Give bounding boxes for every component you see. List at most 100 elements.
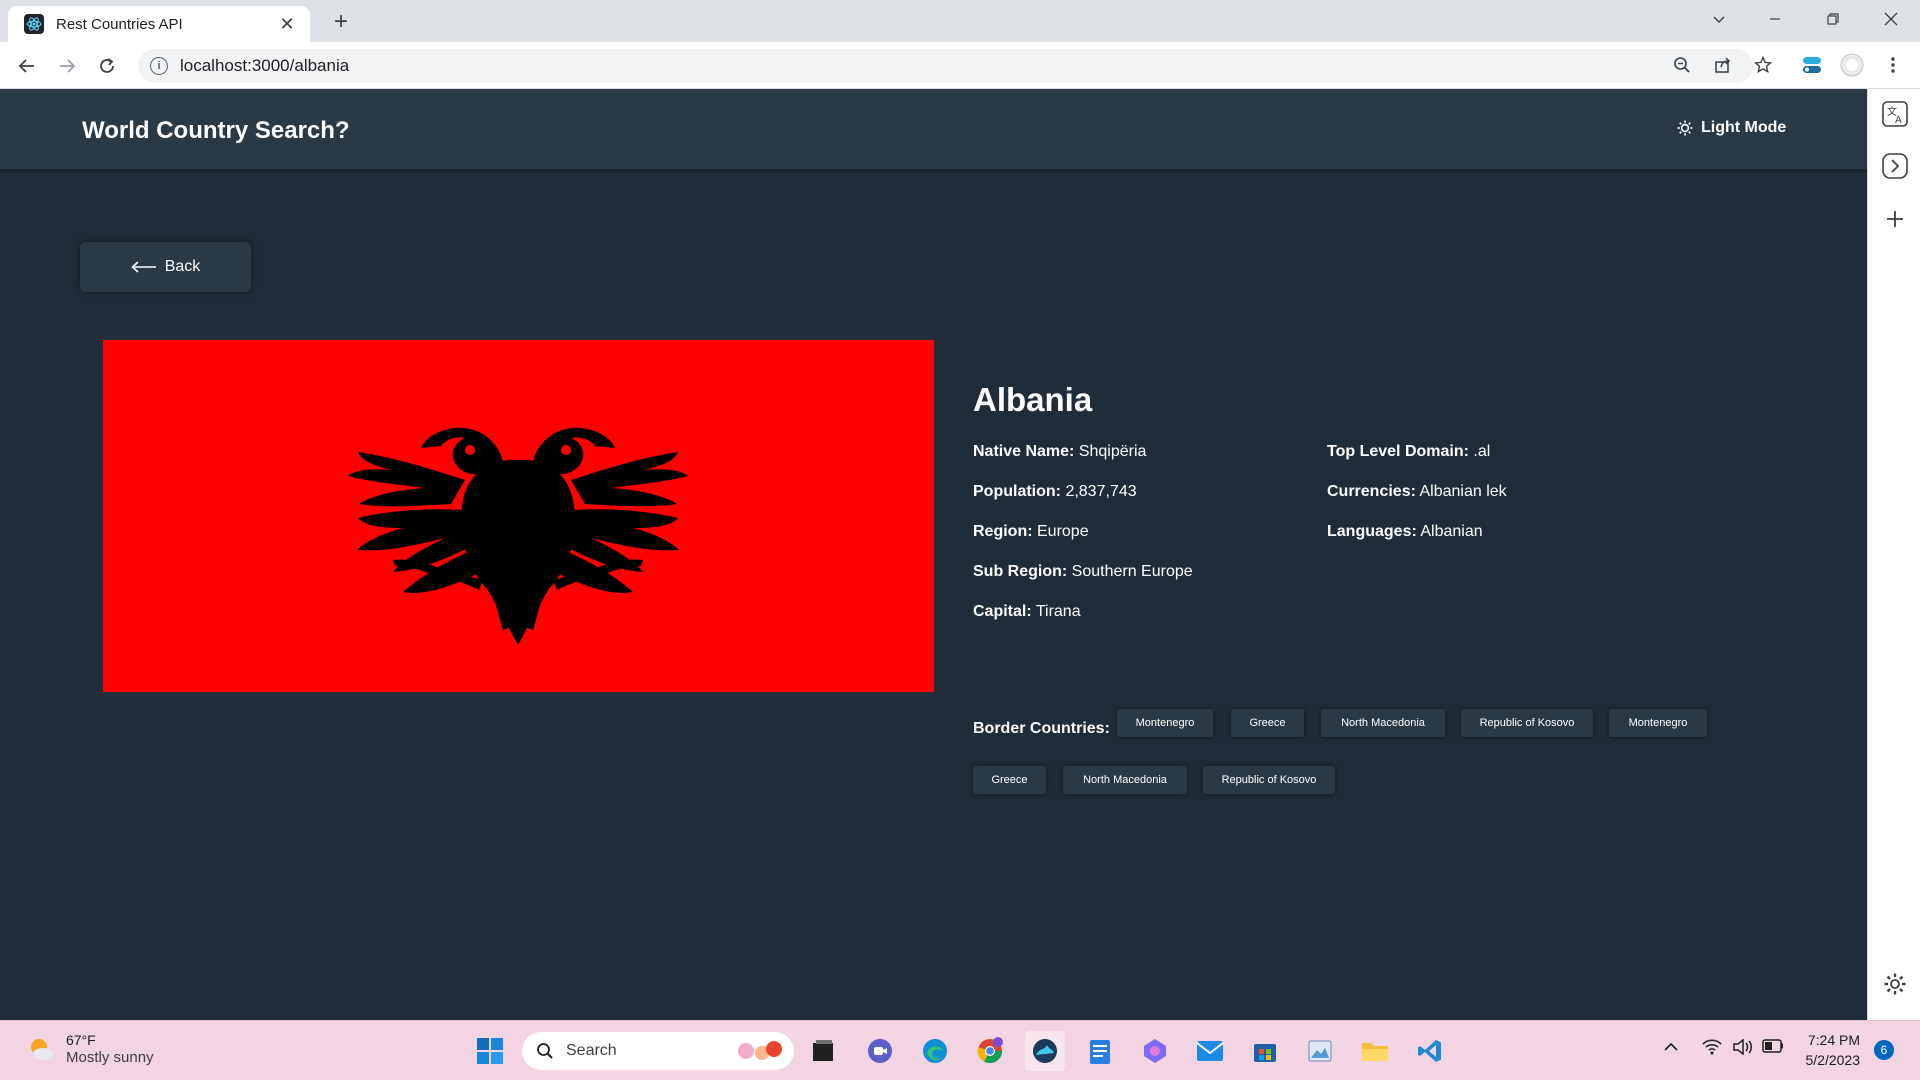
copilot-icon[interactable]: [1135, 1031, 1175, 1071]
store-icon[interactable]: [1245, 1031, 1285, 1071]
browser-tabstrip: Rest Countries API ✕ +: [0, 0, 1920, 42]
forward-arrow-icon[interactable]: [51, 50, 83, 82]
field-value: Tirana: [1035, 603, 1081, 620]
search-label: Search: [566, 1042, 617, 1059]
back-button-label: Back: [164, 258, 201, 275]
top-level-domain-row: Top Level Domain: .al: [1327, 442, 1507, 482]
region-row: Region: Europe: [973, 522, 1193, 562]
details-right-column: Top Level Domain: .al Currencies: Albani…: [1327, 442, 1507, 562]
settings-gear-icon[interactable]: [1880, 969, 1910, 999]
mail-icon[interactable]: [1190, 1031, 1230, 1071]
meet-icon[interactable]: [860, 1031, 900, 1071]
reload-icon[interactable]: [91, 50, 123, 82]
taskbar-search[interactable]: Search: [522, 1032, 794, 1070]
field-label: Currencies:: [1327, 483, 1416, 500]
field-value: .al: [1473, 443, 1491, 460]
field-value: Albanian lek: [1419, 483, 1507, 500]
chrome-icon[interactable]: [970, 1031, 1010, 1071]
sub-region-row: Sub Region: Southern Europe: [973, 562, 1193, 602]
vscode-icon[interactable]: [1410, 1031, 1450, 1071]
battery-icon[interactable]: [1762, 1039, 1784, 1056]
capital-row: Capital: Tirana: [973, 602, 1193, 642]
app-icon[interactable]: [1025, 1031, 1065, 1071]
left-arrow-icon: [131, 261, 156, 273]
back-button[interactable]: Back: [80, 242, 251, 292]
field-label: Population:: [973, 483, 1061, 500]
country-name: Albania: [973, 381, 1093, 418]
tab-search-icon[interactable]: [1696, 0, 1742, 38]
site-info-icon[interactable]: i: [150, 57, 168, 75]
field-value: Europe: [1037, 523, 1089, 540]
sun-icon: [1677, 120, 1693, 136]
svg-text:A: A: [1895, 115, 1902, 126]
zoom-icon[interactable]: [1667, 50, 1697, 80]
border-country-chip[interactable]: Republic of Kosovo: [1461, 709, 1593, 737]
languages-row: Languages: Albanian: [1327, 522, 1507, 562]
search-icon: [537, 1043, 553, 1059]
paint-icon[interactable]: [1300, 1031, 1340, 1071]
weather-temperature: 67°F: [66, 1032, 96, 1048]
browser-side-panel: 文A: [1867, 89, 1920, 1020]
field-label: Languages:: [1327, 523, 1417, 540]
file-explorer-icon[interactable]: [1355, 1031, 1395, 1071]
field-value: Shqipëria: [1078, 443, 1147, 460]
add-sidebar-icon[interactable]: [1880, 204, 1910, 234]
clock-time: 7:24 PM: [1807, 1032, 1860, 1048]
volume-icon[interactable]: [1733, 1038, 1753, 1058]
edge-icon[interactable]: [915, 1031, 955, 1071]
windows-taskbar: 67°F Mostly sunny Search 7:24 PM 5/2/202…: [0, 1020, 1920, 1080]
restore-icon[interactable]: [1810, 0, 1856, 38]
native-name-row: Native Name: Shqipëria: [973, 442, 1193, 482]
wifi-icon[interactable]: [1702, 1039, 1722, 1058]
app-header: World Country Search? Light Mode: [0, 89, 1867, 169]
address-bar[interactable]: i localhost:3000/albania: [138, 49, 1753, 83]
address-url[interactable]: localhost:3000/albania: [180, 56, 349, 76]
app-title: World Country Search?: [82, 117, 350, 144]
browser-menu-icon[interactable]: [1878, 50, 1908, 80]
theme-toggle-label: Light Mode: [1701, 119, 1787, 136]
bookmark-star-icon[interactable]: [1748, 50, 1778, 80]
weather-widget[interactable]: 67°F Mostly sunny: [26, 1031, 154, 1067]
border-country-chip[interactable]: Greece: [1231, 709, 1304, 737]
border-countries-label: Border Countries:: [973, 720, 1110, 737]
border-country-chip[interactable]: Republic of Kosovo: [1203, 766, 1335, 794]
translate-icon[interactable]: 文A: [1880, 99, 1910, 129]
close-tab-icon[interactable]: ✕: [276, 14, 298, 35]
field-value: 2,837,743: [1065, 483, 1137, 500]
field-label: Sub Region:: [973, 563, 1068, 580]
field-label: Native Name:: [973, 443, 1075, 460]
start-icon[interactable]: [470, 1031, 510, 1071]
copilot-sidebar-icon[interactable]: [1880, 151, 1910, 181]
border-country-chip[interactable]: Montenegro: [1117, 709, 1213, 737]
browser-toolbar: i localhost:3000/albania: [0, 42, 1920, 89]
notification-badge[interactable]: 6: [1874, 1040, 1894, 1060]
minimize-icon[interactable]: [1752, 0, 1798, 38]
field-value: Southern Europe: [1071, 563, 1193, 580]
tab-title: Rest Countries API: [56, 15, 183, 33]
file-viewer-icon[interactable]: [803, 1031, 843, 1071]
browser-tab[interactable]: Rest Countries API ✕: [8, 6, 310, 42]
field-label: Region:: [973, 523, 1033, 540]
border-country-chip[interactable]: North Macedonia: [1321, 709, 1445, 737]
back-arrow-icon[interactable]: [11, 50, 43, 82]
double-headed-eagle-emblem: [103, 340, 934, 692]
border-country-chip[interactable]: Greece: [973, 766, 1046, 794]
theme-toggle-button[interactable]: Light Mode: [1677, 119, 1786, 137]
share-icon[interactable]: [1708, 50, 1738, 80]
clock-date: 5/2/2023: [1805, 1052, 1861, 1068]
notepad-icon[interactable]: [1080, 1031, 1120, 1071]
search-highlight-icon: [738, 1041, 782, 1060]
country-flag: [103, 340, 934, 692]
app-page: World Country Search? Light Mode Back Al…: [0, 89, 1867, 1020]
profile-avatar-icon[interactable]: [1837, 50, 1867, 80]
new-tab-button[interactable]: +: [326, 8, 356, 38]
field-label: Top Level Domain:: [1327, 443, 1469, 460]
extension-icon[interactable]: [1797, 50, 1827, 80]
close-window-icon[interactable]: [1868, 0, 1914, 38]
show-hidden-icons-icon[interactable]: [1664, 1039, 1678, 1055]
border-country-chip[interactable]: Montenegro: [1609, 709, 1707, 737]
react-icon: [24, 14, 44, 34]
taskbar-clock[interactable]: 7:24 PM 5/2/2023: [1790, 1030, 1861, 1070]
details-left-column: Native Name: Shqipëria Population: 2,837…: [973, 442, 1193, 642]
border-country-chip[interactable]: North Macedonia: [1063, 766, 1187, 794]
